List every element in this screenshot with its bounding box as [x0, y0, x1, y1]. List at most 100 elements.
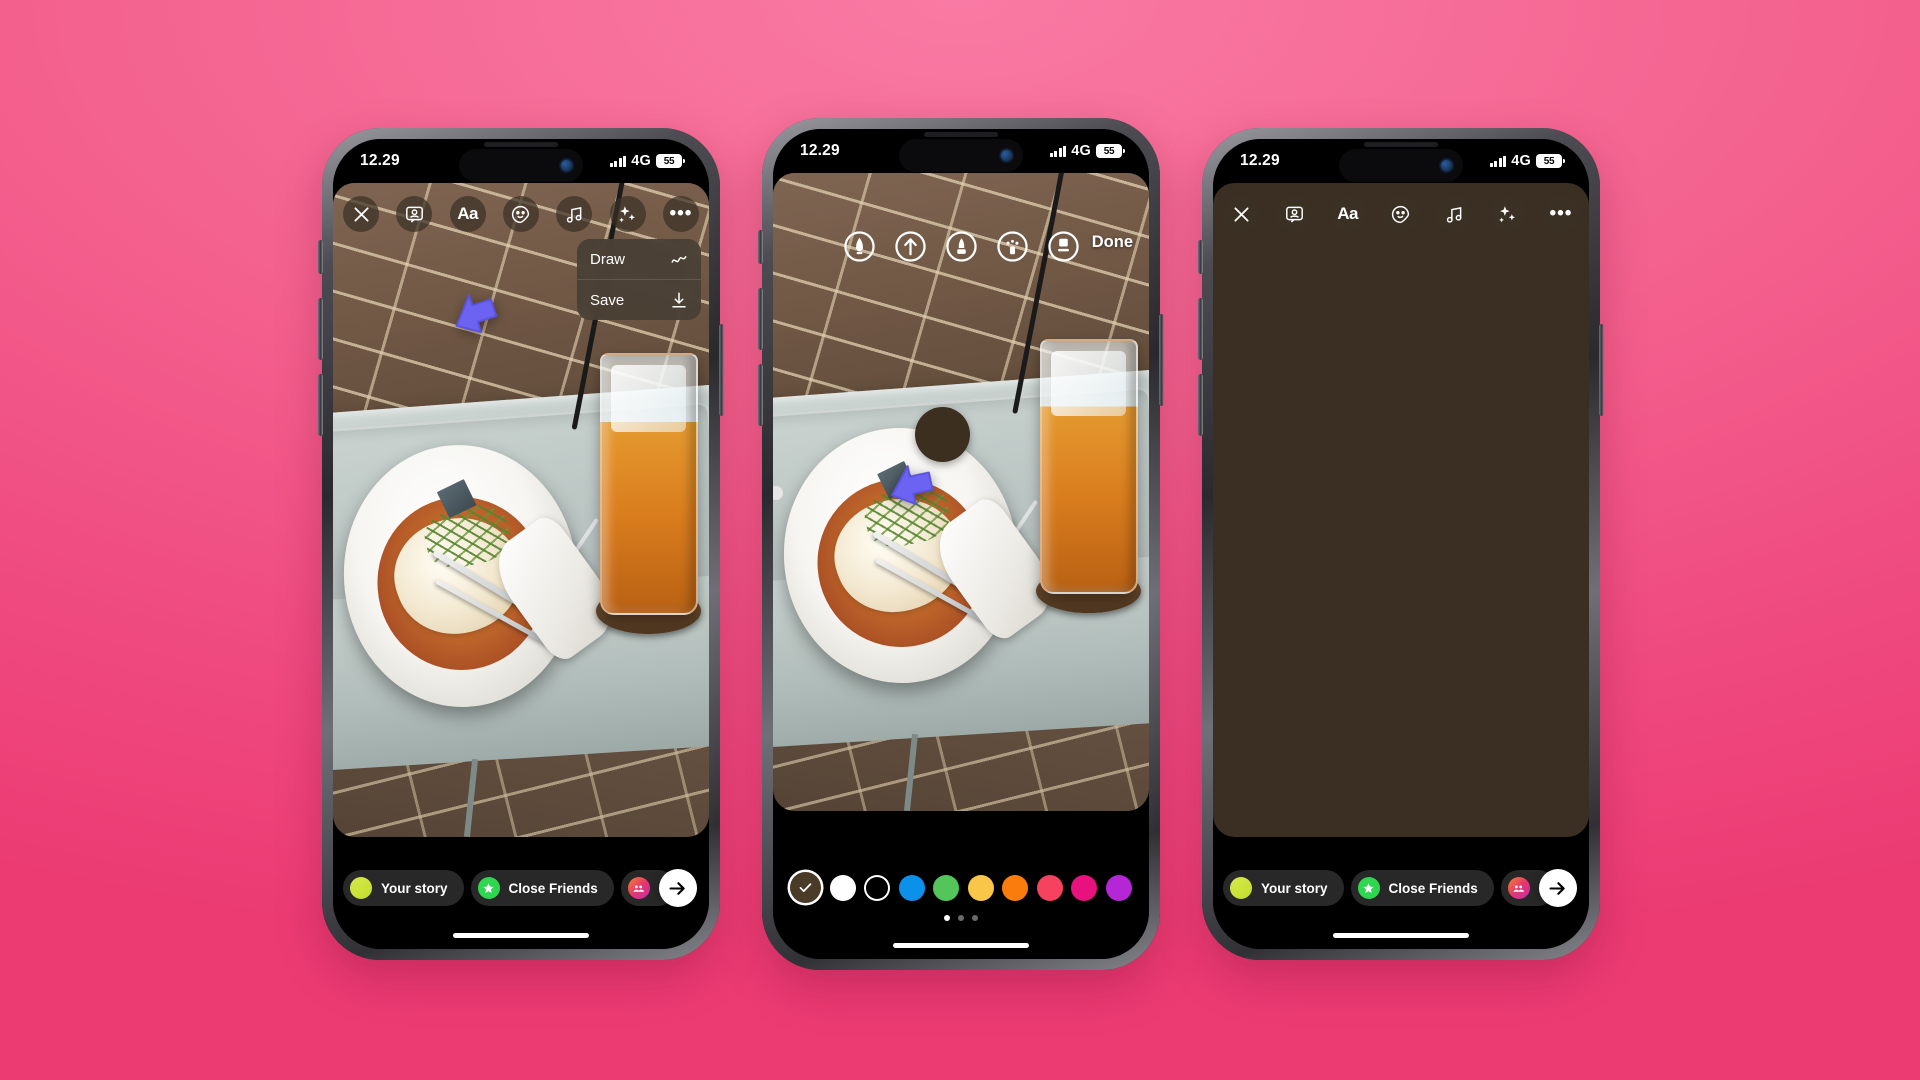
phone-3: Aa ••• Your story Close Friends 12.29 4G…: [1198, 128, 1604, 960]
sticker-icon[interactable]: [1382, 196, 1419, 232]
close-friends-button[interactable]: Close Friends: [1350, 870, 1494, 906]
close-friends-button[interactable]: Close Friends: [470, 870, 614, 906]
music-icon[interactable]: [1436, 196, 1473, 232]
dynamic-island: [459, 149, 583, 182]
next-button[interactable]: [1538, 869, 1577, 907]
home-indicator[interactable]: [1333, 933, 1469, 938]
silent-switch[interactable]: [758, 230, 763, 264]
your-story-icon[interactable]: [1276, 196, 1313, 232]
phone-3-screen: Aa ••• Your story Close Friends 12.29 4G…: [1213, 139, 1589, 949]
page-dot[interactable]: [972, 915, 978, 921]
color-swatch-white[interactable]: [829, 874, 856, 901]
arrow-tool-icon[interactable]: [894, 231, 926, 262]
your-story-avatar: [350, 877, 372, 899]
phone-1-screen: Aa ••• Draw Save Your story Close Friend…: [333, 139, 709, 949]
earpiece-speaker: [484, 142, 558, 147]
face-id-sensor: [1441, 160, 1452, 171]
battery-icon: 55: [656, 154, 685, 168]
earpiece-speaker: [924, 132, 998, 137]
context-menu: Draw Save: [577, 239, 701, 320]
done-button[interactable]: Done: [1092, 233, 1133, 252]
silent-switch[interactable]: [1198, 240, 1203, 274]
story-toolbar-3: Aa •••: [1223, 196, 1579, 232]
cursor-arrow: [880, 445, 954, 519]
more-icon[interactable]: •••: [662, 196, 699, 232]
pen-tool-icon[interactable]: [843, 231, 875, 262]
color-swatch-yellow[interactable]: [967, 874, 994, 901]
status-time: 12.29: [1240, 152, 1280, 169]
more-icon[interactable]: •••: [1542, 196, 1579, 232]
music-icon[interactable]: [556, 196, 593, 232]
page-dot[interactable]: [944, 915, 950, 921]
volume-down-button[interactable]: [318, 374, 323, 436]
next-button[interactable]: [658, 869, 697, 907]
effects-icon[interactable]: [609, 196, 646, 232]
color-swatch-green[interactable]: [933, 874, 960, 901]
squiggle-icon: [670, 250, 688, 268]
close-icon[interactable]: [1223, 196, 1259, 232]
share-action-bar-3: Your story Close Friends: [1223, 869, 1579, 907]
text-icon-label: Aa: [1337, 204, 1359, 223]
volume-down-button[interactable]: [758, 364, 763, 426]
volume-down-button[interactable]: [1198, 374, 1203, 436]
text-icon-label: Aa: [457, 204, 479, 223]
power-button[interactable]: [1599, 324, 1604, 416]
color-swatch-black[interactable]: [864, 874, 891, 901]
your-story-icon[interactable]: [396, 196, 433, 232]
menu-item-draw-label: Draw: [590, 250, 626, 268]
menu-item-save[interactable]: Save: [577, 279, 701, 320]
effects-icon[interactable]: [1489, 196, 1526, 232]
network-label: 4G: [1071, 143, 1091, 159]
volume-up-button[interactable]: [1198, 298, 1203, 360]
group-icon: [627, 877, 650, 899]
silent-switch[interactable]: [318, 240, 323, 274]
dynamic-island: [899, 139, 1023, 172]
marker-tool-icon[interactable]: [945, 231, 977, 262]
face-id-sensor: [561, 160, 572, 171]
power-button[interactable]: [1159, 314, 1164, 406]
text-icon[interactable]: Aa: [1329, 196, 1366, 232]
network-label: 4G: [631, 153, 651, 169]
color-swatch-blue[interactable]: [898, 874, 925, 901]
story-canvas-3[interactable]: Aa •••: [1213, 183, 1589, 837]
sticker-icon[interactable]: [502, 196, 539, 232]
phone-2: Done 12.29 4G 55: [758, 118, 1164, 970]
volume-up-button[interactable]: [318, 298, 323, 360]
your-story-button[interactable]: Your story: [343, 870, 464, 906]
home-indicator[interactable]: [453, 933, 589, 938]
your-story-avatar: [1230, 877, 1252, 899]
palette-page-dots: [773, 915, 1149, 921]
your-story-label: Your story: [381, 880, 448, 896]
your-story-button[interactable]: Your story: [1223, 870, 1344, 906]
color-swatch-orange[interactable]: [1002, 874, 1029, 901]
menu-item-draw[interactable]: Draw: [577, 239, 701, 279]
battery-icon: 55: [1096, 144, 1125, 158]
menu-item-save-label: Save: [590, 291, 625, 309]
color-swatch-magenta[interactable]: [1071, 874, 1098, 901]
close-icon[interactable]: [343, 196, 379, 232]
signal-icon: [609, 155, 627, 167]
text-icon[interactable]: Aa: [449, 196, 486, 232]
color-swatch-purple[interactable]: [1105, 874, 1132, 901]
phone-2-screen: Done 12.29 4G 55: [773, 129, 1149, 959]
neon-tool-icon[interactable]: [996, 231, 1028, 262]
volume-up-button[interactable]: [758, 288, 763, 350]
face-id-sensor: [1001, 150, 1012, 161]
close-friends-label: Close Friends: [508, 880, 598, 896]
earpiece-speaker: [1364, 142, 1438, 147]
eraser-tool-icon[interactable]: [1047, 231, 1079, 262]
group-icon: [1507, 877, 1530, 899]
your-story-label: Your story: [1261, 880, 1328, 896]
home-indicator[interactable]: [893, 943, 1029, 948]
story-canvas-2[interactable]: Done: [773, 173, 1149, 811]
story-canvas-1[interactable]: Aa ••• Draw Save: [333, 183, 709, 837]
phone-1: Aa ••• Draw Save Your story Close Friend…: [318, 128, 724, 960]
page-dot[interactable]: [958, 915, 964, 921]
dynamic-island: [1339, 149, 1463, 182]
close-friends-label: Close Friends: [1388, 880, 1478, 896]
color-swatch-selected[interactable]: [790, 872, 822, 903]
status-time: 12.29: [800, 142, 840, 159]
color-swatch-red[interactable]: [1036, 874, 1063, 901]
close-friends-star-icon: [477, 877, 500, 899]
power-button[interactable]: [719, 324, 724, 416]
